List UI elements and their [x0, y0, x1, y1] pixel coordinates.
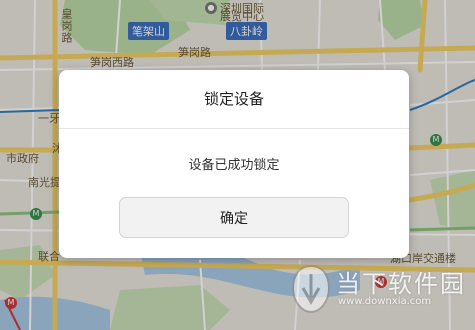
dialog-divider	[59, 128, 409, 129]
dialog-title: 锁定设备	[203, 90, 264, 108]
confirm-button[interactable]: 确定	[119, 197, 349, 238]
dialog-message: 设备已成功锁定	[188, 158, 280, 173]
lock-device-dialog: 锁定设备 设备已成功锁定 确定	[59, 70, 409, 258]
